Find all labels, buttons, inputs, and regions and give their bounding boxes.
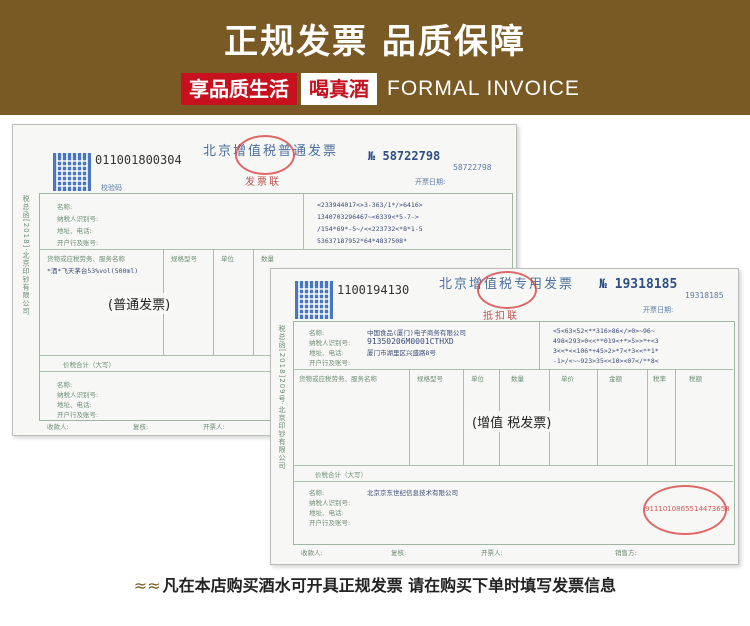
buyer-tax-id: 91350206M0001CTHXD	[367, 337, 454, 346]
divider	[647, 369, 648, 465]
goods-header-qty: 数量	[511, 375, 524, 383]
wave-icon: ≈≈	[133, 576, 161, 595]
seller-label-addr: 地址、电话:	[309, 509, 344, 517]
cipher-line: /154*69*-5~/<<223732<*8*1-5	[317, 225, 423, 233]
goods-header-price: 单价	[561, 375, 574, 383]
goods-line: *酒*飞天茅台53%vol(500ml)	[47, 267, 139, 275]
tag-quality-life: 享品质生活	[181, 73, 297, 105]
seller-seal-label: 销售方:	[615, 549, 637, 557]
check-code-label: 校验码	[101, 184, 122, 192]
divider	[409, 369, 410, 465]
reviewer-label: 复核:	[133, 423, 149, 431]
divider	[463, 369, 464, 465]
divider	[539, 321, 540, 369]
number-prefix: №	[599, 277, 607, 292]
buyer-label-bank: 开户行及账号:	[57, 239, 99, 247]
seller-label-name: 名称:	[309, 489, 325, 497]
qr-code-icon	[295, 281, 333, 319]
tax-seal-icon	[235, 135, 295, 175]
seller-label-bank: 开户行及账号:	[309, 519, 351, 527]
printer-side-label: 税总函[2018]·北京印钞有限公司	[22, 195, 30, 316]
reviewer-label: 复核:	[391, 549, 407, 557]
goods-header-name: 货物或应税劳务、服务名称	[299, 375, 377, 383]
date-label: 开票日期:	[415, 178, 446, 186]
buyer-label-name: 名称:	[309, 329, 325, 337]
buyer-label-tax: 纳税人识别号:	[309, 339, 351, 347]
seller-label-name: 名称:	[57, 381, 73, 389]
cipher-line: 498<293>0<<**019<+*>5>>*+<3	[553, 337, 659, 345]
tax-seal-icon	[477, 271, 537, 309]
invoice-copy-label: 抵扣联	[483, 311, 519, 322]
tag-formal-invoice: FORMAL INVOICE	[387, 77, 580, 100]
buyer-address: 厦门市湖里区兴盛路8号	[367, 349, 436, 357]
divider	[253, 249, 254, 355]
goods-header-name: 货物或应税劳务、服务名称	[47, 255, 125, 263]
divider	[39, 249, 511, 250]
cipher-line: <233944017<>3-363/1*/>6416>	[317, 201, 423, 209]
buyer-label-tax: 纳税人识别号:	[57, 215, 99, 223]
goods-header-qty: 数量	[261, 255, 274, 263]
issuer-label: 开票人:	[203, 423, 225, 431]
divider	[213, 249, 214, 355]
invoice-number: № 58722798	[368, 149, 440, 163]
goods-header-amount: 金额	[609, 375, 622, 383]
invoice-code: 011001800304	[95, 153, 182, 167]
divider	[303, 193, 304, 249]
goods-header-tax: 税额	[689, 375, 702, 383]
seller-name: 北京京东世纪信息技术有限公司	[367, 489, 458, 497]
invoice-number: № 19318185	[599, 277, 677, 292]
cipher-line: 1340703296467~<6339<*5-7->	[317, 213, 419, 221]
cipher-line: 3<<*<<106*+45>2>*7<*3<<**1*	[553, 347, 659, 355]
seller-label-addr: 地址、电话:	[57, 401, 92, 409]
tag-real-liquor: 喝真酒	[301, 73, 377, 105]
divider	[597, 369, 598, 465]
buyer-label-addr: 地址、电话:	[57, 227, 92, 235]
divider	[675, 369, 676, 465]
seller-label-bank: 开户行及账号:	[57, 411, 99, 419]
cipher-line: -1>/<~~923>35<<10><07</**8<	[553, 357, 659, 365]
goods-header-taxrate: 税率	[653, 375, 666, 383]
goods-header-spec: 规格型号	[417, 375, 443, 383]
payee-label: 收款人:	[301, 549, 323, 557]
number-value: 58722798	[382, 149, 441, 163]
number-small: 19318185	[685, 291, 724, 300]
cipher-line: <5<63<52<**316>86</>0>~96~	[553, 327, 655, 335]
invoice-special-caption: (增值 税发票)	[469, 411, 555, 432]
buyer-label-bank: 开户行及账号:	[309, 359, 351, 367]
company-seal-text: 9111010865514473658	[645, 505, 730, 513]
buyer-label-name: 名称:	[57, 203, 73, 211]
divider	[293, 481, 733, 482]
payee-label: 收款人:	[47, 423, 69, 431]
buyer-label-addr: 地址、电话:	[309, 349, 344, 357]
issuer-label: 开票人:	[481, 549, 503, 557]
header-banner: 正规发票 品质保障 享品质生活 喝真酒 FORMAL INVOICE	[0, 0, 750, 115]
invoice-general-caption: (普通发票)	[105, 293, 174, 314]
cipher-line: 53637187952*64*4837508*	[317, 237, 408, 245]
goods-header-unit: 单位	[221, 255, 234, 263]
total-label: 价税合计（大写）	[63, 361, 115, 369]
footer-text: 凡在本店购买酒水可开具正规发票 请在购买下单时填写发票信息	[162, 576, 617, 595]
divider	[293, 369, 733, 370]
number-small: 58722798	[453, 163, 492, 172]
goods-header-unit: 单位	[471, 375, 484, 383]
qr-code-icon	[53, 153, 91, 191]
total-label: 价税合计（大写）	[315, 471, 367, 479]
divider	[293, 465, 733, 466]
invoice-copy-label: 发票联	[245, 177, 281, 188]
buyer-name: 中国食品(厦门)电子商务有限公司	[367, 329, 466, 337]
printer-side-label: 税总函[2018]209号·北京印钞有限公司	[278, 325, 286, 470]
invoice-code: 1100194130	[337, 283, 410, 297]
number-value: 19318185	[614, 277, 678, 292]
date-label: 开票日期:	[643, 306, 674, 314]
seller-label-tax: 纳税人识别号:	[309, 499, 351, 507]
invoice-special: 1100194130 北京增值税专用发票 抵扣联 № 19318185 1931…	[270, 268, 739, 565]
seller-label-tax: 纳税人识别号:	[57, 391, 99, 399]
banner-title: 正规发票 品质保障	[224, 22, 526, 62]
footer-note: ≈≈ 凡在本店购买酒水可开具正规发票 请在购买下单时填写发票信息	[0, 572, 750, 602]
number-prefix: №	[368, 149, 376, 163]
banner-tag-row: 享品质生活 喝真酒 FORMAL INVOICE	[181, 72, 580, 106]
goods-header-spec: 规格型号	[171, 255, 197, 263]
